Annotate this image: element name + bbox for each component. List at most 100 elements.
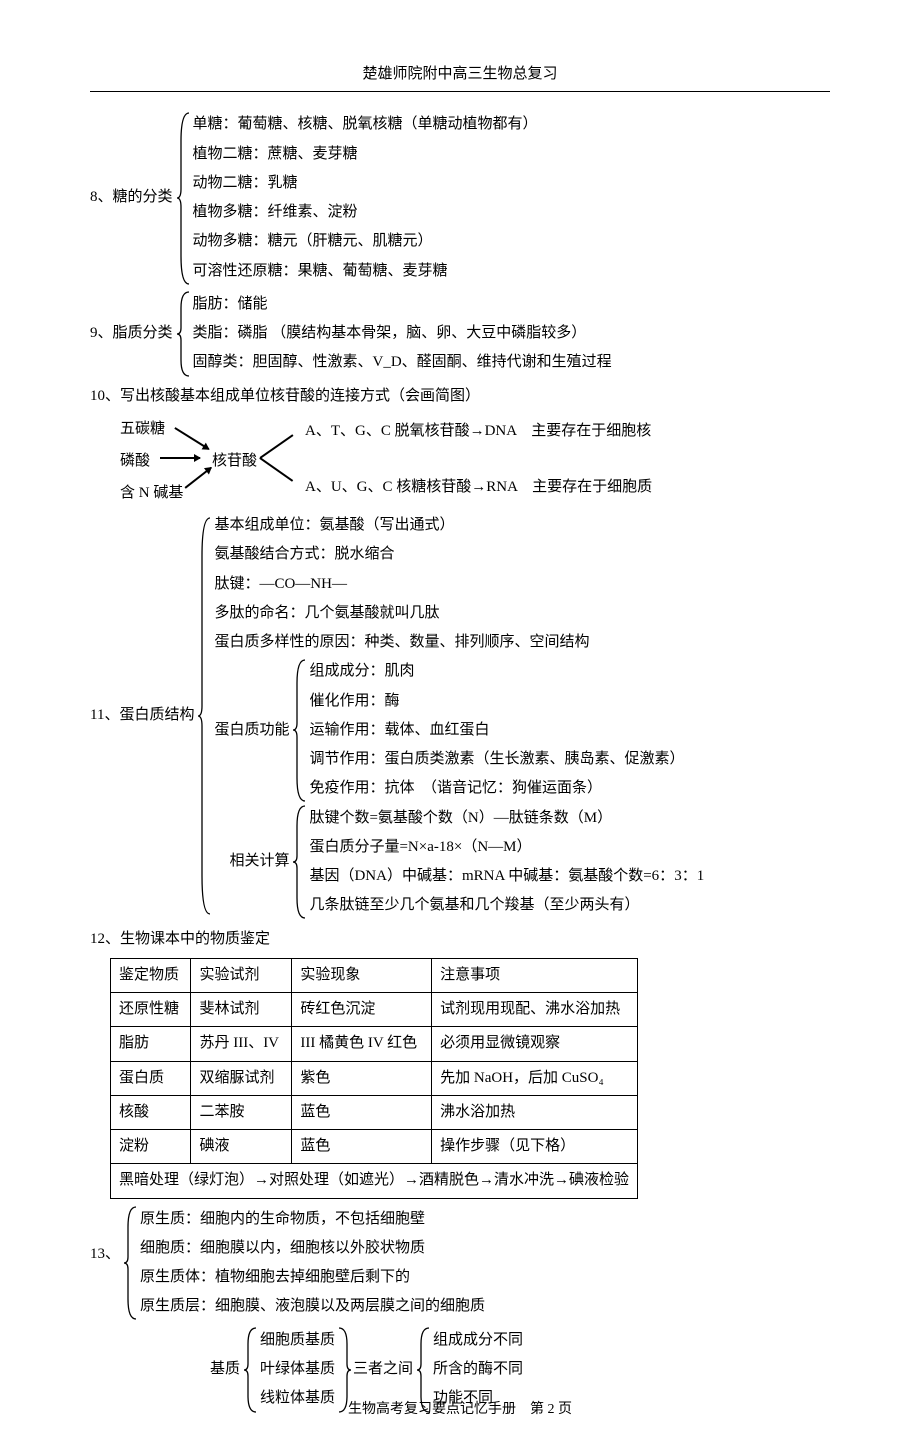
table-cell: 蛋白质 xyxy=(111,1061,191,1095)
table-header-row: 鉴定物质 实验试剂 实验现象 注意事项 xyxy=(111,958,638,992)
text-line: 类脂：磷脂 （膜结构基本骨架，脑、卵、大豆中磷脂较多） xyxy=(193,319,612,348)
text-line: 固醇类：胆固醇、性激素、V_D、醛固酮、维持代谢和生殖过程 xyxy=(193,348,612,377)
table-cell: 淀粉 xyxy=(111,1130,191,1164)
section-8: 8、糖的分类 单糖：葡萄糖、核糖、脱氧核糖（单糖动植物都有） 植物二糖：蔗糖、麦… xyxy=(90,110,830,286)
text-line: 植物二糖：蔗糖、麦芽糖 xyxy=(193,140,538,169)
line-icon xyxy=(260,434,294,458)
table-foot-cell: 黑暗处理（绿灯泡）→对照处理（如遮光）→酒精脱色→清水冲洗→碘液检验 xyxy=(111,1164,638,1198)
table-row: 蛋白质双缩脲试剂紫色先加 NaOH，后加 CuSO₄ xyxy=(111,1061,638,1095)
brace-icon xyxy=(196,511,214,921)
brace-icon xyxy=(122,1205,140,1322)
text-line: 基因（DNA）中碱基：mRNA 中碱基：氨基酸个数=6：3：1 xyxy=(309,862,704,891)
section-11-label: 11、蛋白质结构 xyxy=(90,511,196,921)
text-line: 运输作用：载体、血红蛋白 xyxy=(309,716,684,745)
text-line: 氨基酸结合方式：脱水缩合 xyxy=(214,540,704,569)
text-line: 多肽的命名：几个氨基酸就叫几肽 xyxy=(214,599,704,628)
section-9: 9、脂质分类 脂肪：储能 类脂：磷脂 （膜结构基本骨架，脑、卵、大豆中磷脂较多）… xyxy=(90,290,830,378)
brace-icon xyxy=(291,804,309,920)
dna-line: A、T、G、C 脱氧核苷酸→DNA 主要存在于细胞核 xyxy=(305,417,651,446)
text-line: 叶绿体基质 xyxy=(260,1355,335,1384)
table-cell: 二苯胺 xyxy=(191,1095,292,1129)
brace-icon xyxy=(291,658,309,803)
section-9-label: 9、脂质分类 xyxy=(90,290,175,378)
protein-calc-group: 相关计算 肽键个数=氨基酸个数（N）—肽链条数（M） 蛋白质分子量=N×a-18… xyxy=(229,804,704,921)
table-cell: 砖红色沉淀 xyxy=(292,993,432,1027)
table-cell: 试剂现用现配、沸水浴加热 xyxy=(432,993,638,1027)
table-cell: 紫色 xyxy=(292,1061,432,1095)
page-footer: 生物高考复习要点记忆手册 第 2 页 xyxy=(0,1396,920,1423)
table-header: 鉴定物质 xyxy=(111,958,191,992)
section-11: 11、蛋白质结构 基本组成单位：氨基酸（写出通式） 氨基酸结合方式：脱水缩合 肽… xyxy=(90,511,830,921)
table-row: 脂肪苏丹 III、IVIII 橘黄色 IV 红色必须用显微镜观察 xyxy=(111,1027,638,1061)
arrow-icon xyxy=(175,427,210,449)
table-cell: 操作步骤（见下格） xyxy=(432,1130,638,1164)
text-line: 肽键：—CO—NH— xyxy=(214,570,704,599)
section-8-label: 8、糖的分类 xyxy=(90,110,175,286)
text-line: 调节作用：蛋白质类激素（生长激素、胰岛素、促激素） xyxy=(309,745,684,774)
brace-icon xyxy=(175,110,193,286)
table-cell: 双缩脲试剂 xyxy=(191,1061,292,1095)
table-header: 注意事项 xyxy=(432,958,638,992)
table-cell: 苏丹 III、IV xyxy=(191,1027,292,1061)
text-line: 免疫作用：抗体 （谐音记忆：狗催运面条） xyxy=(309,774,684,803)
text-line: 植物多糖：纤维素、淀粉 xyxy=(193,198,538,227)
text-line: 肽键个数=氨基酸个数（N）—肽链条数（M） xyxy=(309,804,704,833)
table-cell: 必须用显微镜观察 xyxy=(432,1027,638,1061)
table-row: 淀粉碘液蓝色操作步骤（见下格） xyxy=(111,1130,638,1164)
text-line: 所含的酶不同 xyxy=(433,1355,523,1384)
protein-function-group: 蛋白质功能 组成成分：肌肉 催化作用：酶 运输作用：载体、血红蛋白 调节作用：蛋… xyxy=(214,657,704,803)
text-line: 蛋白质多样性的原因：种类、数量、排列顺序、空间结构 xyxy=(214,628,704,657)
table-cell: 还原性糖 xyxy=(111,993,191,1027)
text-line: 蛋白质分子量=N×a-18×（N—M） xyxy=(309,833,704,862)
text-line: 单糖：葡萄糖、核糖、脱氧核糖（单糖动植物都有） xyxy=(193,110,538,139)
text-line: 基本组成单位：氨基酸（写出通式） xyxy=(214,511,704,540)
section-12-title: 12、生物课本中的物质鉴定 xyxy=(90,925,830,954)
table-cell: III 橘黄色 IV 红色 xyxy=(292,1027,432,1061)
page-header: 楚雄师院附中高三生物总复习 xyxy=(90,60,830,89)
identification-table: 鉴定物质 实验试剂 实验现象 注意事项 还原性糖斐林试剂砖红色沉淀试剂现用现配、… xyxy=(110,958,638,1199)
table-cell: 脂肪 xyxy=(111,1027,191,1061)
table-cell: 蓝色 xyxy=(292,1130,432,1164)
table-row: 核酸二苯胺蓝色沸水浴加热 xyxy=(111,1095,638,1129)
text-line: 细胞质：细胞膜以内，细胞核以外胶状物质 xyxy=(140,1234,485,1263)
brace-icon xyxy=(175,290,193,378)
table-cell: 先加 NaOH，后加 CuSO₄ xyxy=(432,1061,638,1095)
table-cell: 核酸 xyxy=(111,1095,191,1129)
table-foot-row: 黑暗处理（绿灯泡）→对照处理（如遮光）→酒精脱色→清水冲洗→碘液检验 xyxy=(111,1164,638,1198)
text-line: 动物二糖：乳糖 xyxy=(193,169,538,198)
arrow-icon xyxy=(185,467,212,488)
protein-function-label: 蛋白质功能 xyxy=(214,716,291,745)
table-cell: 斐林试剂 xyxy=(191,993,292,1027)
table-header: 实验现象 xyxy=(292,958,432,992)
text-line: 组成成分不同 xyxy=(433,1326,523,1355)
matrix-label: 基质 xyxy=(210,1355,242,1384)
rna-line: A、U、G、C 核糖核苷酸→RNA 主要存在于细胞质 xyxy=(305,473,652,502)
text-line: 几条肽链至少几个氨基和几个羧基（至少两头有） xyxy=(309,891,704,920)
component-phosphate: 磷酸 xyxy=(120,447,150,476)
table-cell: 沸水浴加热 xyxy=(432,1095,638,1129)
section-10-title: 10、写出核酸基本组成单位核苷酸的连接方式（会画简图） xyxy=(90,382,830,411)
section-13-label: 13、 xyxy=(90,1205,122,1269)
text-line: 动物多糖：糖元（肝糖元、肌糖元） xyxy=(193,227,538,256)
text-line: 可溶性还原糖：果糖、葡萄糖、麦芽糖 xyxy=(193,257,538,286)
line-icon xyxy=(260,457,294,481)
component-nbase: 含 N 碱基 xyxy=(120,479,183,508)
table-cell: 蓝色 xyxy=(292,1095,432,1129)
component-pentose: 五碳糖 xyxy=(120,415,165,444)
text-line: 原生质：细胞内的生命物质，不包括细胞壁 xyxy=(140,1205,485,1234)
protein-calc-label: 相关计算 xyxy=(229,847,291,876)
table-header: 实验试剂 xyxy=(191,958,292,992)
text-line: 原生质体：植物细胞去掉细胞壁后剩下的 xyxy=(140,1263,485,1292)
text-line: 原生质层：细胞膜、液泡膜以及两层膜之间的细胞质 xyxy=(140,1292,485,1321)
text-line: 组成成分：肌肉 xyxy=(309,657,684,686)
table-row: 还原性糖斐林试剂砖红色沉淀试剂现用现配、沸水浴加热 xyxy=(111,993,638,1027)
header-rule xyxy=(90,91,830,92)
text-line: 脂肪：储能 xyxy=(193,290,612,319)
text-line: 催化作用：酶 xyxy=(309,687,684,716)
nucleotide-center: 核苷酸 xyxy=(212,447,257,476)
nucleotide-diagram: 五碳糖 磷酸 含 N 碱基 核苷酸 A、T、G、C 脱氧核苷酸→DNA 主要存在… xyxy=(120,415,830,505)
matrix-mid-label: 三者之间 xyxy=(353,1355,415,1384)
arrow-icon xyxy=(160,457,200,459)
section-13: 13、 原生质：细胞内的生命物质，不包括细胞壁 细胞质：细胞膜以内，细胞核以外胶… xyxy=(90,1205,830,1322)
table-cell: 碘液 xyxy=(191,1130,292,1164)
